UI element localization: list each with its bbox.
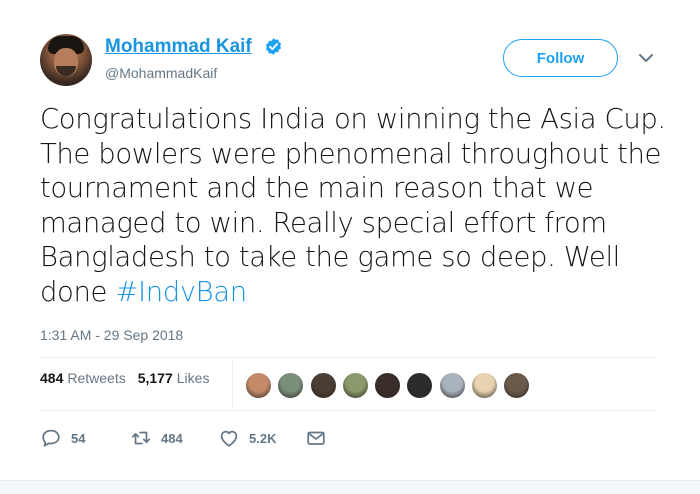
liker-avatar[interactable] <box>438 372 466 399</box>
hashtag-link[interactable]: #IndvBan <box>115 276 247 308</box>
author-name[interactable]: Mohammad Kaif <box>105 36 252 58</box>
like-count: 5.2K <box>249 430 277 446</box>
follow-button[interactable]: Follow <box>503 39 618 77</box>
tweet-stats: 484 Retweets 5,177 Likes <box>40 370 209 386</box>
liker-avatar[interactable] <box>503 372 531 399</box>
direct-message-action[interactable] <box>305 426 327 450</box>
verified-badge-icon <box>265 38 282 55</box>
chevron-down-icon[interactable] <box>638 52 654 64</box>
stats-separator <box>232 360 233 408</box>
liker-avatar[interactable] <box>309 372 337 399</box>
retweet-icon <box>131 431 151 445</box>
avatar[interactable] <box>40 34 92 86</box>
liker-avatar[interactable] <box>406 372 434 399</box>
like-action[interactable]: 5.2K <box>218 426 276 450</box>
heart-icon <box>220 430 238 447</box>
tweet-card: Mohammad Kaif @MohammadKaif Follow Congr… <box>0 0 700 480</box>
divider <box>40 357 656 358</box>
envelope-icon <box>307 431 325 445</box>
divider <box>40 410 656 411</box>
likes-count[interactable]: 5,177 <box>138 370 173 386</box>
retweet-action[interactable]: 484 <box>130 426 183 450</box>
liker-avatar[interactable] <box>277 372 305 399</box>
reply-count: 54 <box>71 430 86 446</box>
retweet-count: 484 <box>161 430 183 446</box>
liker-avatar[interactable] <box>245 372 272 399</box>
tweet-timestamp[interactable]: 1:31 AM - 29 Sep 2018 <box>40 327 183 343</box>
author-handle[interactable]: @MohammadKaif <box>105 65 217 81</box>
liker-avatar[interactable] <box>471 372 499 399</box>
likes-label[interactable]: Likes <box>177 370 210 386</box>
liker-avatars <box>245 372 536 399</box>
retweets-label[interactable]: Retweets <box>67 370 125 386</box>
reply-action[interactable]: 54 <box>40 426 85 450</box>
liker-avatar[interactable] <box>341 372 369 399</box>
retweets-count[interactable]: 484 <box>40 370 63 386</box>
tweet-text: Congratulations India on winning the Asi… <box>40 102 670 309</box>
reply-icon <box>42 429 60 447</box>
liker-avatar[interactable] <box>374 372 402 399</box>
page-footer <box>0 480 700 494</box>
